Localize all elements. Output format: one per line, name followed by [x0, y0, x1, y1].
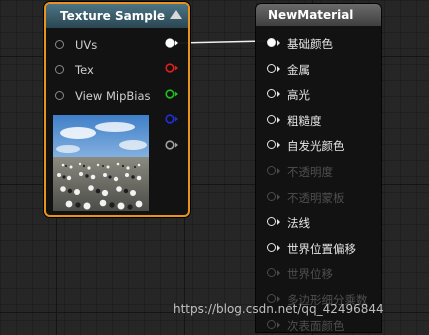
material-input-pin[interactable]: [267, 217, 276, 227]
texture-sample-header[interactable]: Texture Sample: [46, 4, 188, 28]
material-pin-label: 高光: [287, 88, 310, 103]
material-input-pin[interactable]: [267, 242, 276, 252]
material-pin-row: 不透明度: [256, 161, 381, 181]
material-pin-label: 粗糙度: [287, 113, 322, 128]
material-pin-label: 不透明蒙板: [287, 190, 345, 205]
material-pin-row: 金属: [256, 59, 381, 79]
watermark-text: https://blog.csdn.net/qq_42496844: [173, 302, 384, 316]
pin-arrow-icon: [277, 116, 280, 123]
material-pin-row: 高光: [256, 84, 381, 104]
output-pin-a[interactable]: [164, 138, 178, 152]
pin-arrow-icon: [277, 142, 280, 149]
output-pin-rgb[interactable]: [164, 36, 178, 50]
output-pin-g[interactable]: [164, 87, 178, 101]
material-input-pin[interactable]: [267, 140, 276, 150]
pin-arrow-icon: [277, 40, 280, 46]
material-pin-row: 基础颜色: [256, 33, 381, 53]
material-pin-row: 世界位置偏移: [256, 238, 381, 258]
material-pin-label: 自发光颜色: [287, 139, 345, 154]
new-material-node[interactable]: NewMaterial 基础颜色金属高光粗糙度自发光颜色不透明度不透明蒙板法线世…: [255, 3, 382, 333]
material-pin-label: 世界位置偏移: [287, 241, 356, 256]
pin-arrow-icon: [277, 168, 280, 174]
new-material-header[interactable]: NewMaterial: [256, 4, 381, 26]
material-input-pin[interactable]: [267, 63, 276, 73]
view-mipbias-input-pin[interactable]: [55, 91, 64, 100]
material-pin-row: 自发光颜色: [256, 135, 381, 155]
texture-sample-title: Texture Sample: [60, 9, 166, 23]
output-pin-r[interactable]: [164, 61, 178, 75]
material-input-pin[interactable]: [267, 268, 276, 278]
tex-input-pin[interactable]: [55, 65, 64, 74]
texture-thumbnail: [52, 114, 150, 212]
pin-arrow-icon: [277, 244, 280, 251]
pin-arrow-icon: [277, 321, 280, 328]
material-pin-label: 金属: [287, 62, 310, 77]
material-pin-label: 世界位移: [287, 267, 333, 282]
material-input-pin[interactable]: [267, 89, 276, 99]
material-pin-row: 世界位移: [256, 263, 381, 283]
material-pin-label: 不透明度: [287, 165, 333, 179]
material-pin-row: 不透明蒙板: [256, 187, 381, 207]
pin-arrow-icon: [277, 219, 280, 226]
tex-label: Tex: [75, 63, 94, 77]
material-pin-row: 次表面颜色: [256, 315, 381, 335]
uvs-input-pin[interactable]: [55, 40, 64, 49]
pin-arrow-icon: [277, 193, 280, 200]
uvs-label: UVs: [75, 38, 98, 52]
pin-arrow-icon: [277, 270, 280, 277]
output-pin-b[interactable]: [164, 112, 178, 126]
material-input-pin[interactable]: [267, 38, 276, 47]
material-input-pin[interactable]: [267, 166, 276, 175]
material-pin-label: 基础颜色: [287, 37, 333, 51]
material-pin-label: 法线: [287, 216, 310, 231]
material-pin-label: 次表面颜色: [287, 318, 345, 333]
material-input-pin[interactable]: [267, 114, 276, 124]
material-pin-row: 法线: [256, 212, 381, 232]
view-mipbias-label: View MipBias: [75, 89, 151, 103]
texture-sample-node[interactable]: Texture Sample UVs Tex View MipBias: [44, 2, 190, 217]
pin-arrow-icon: [277, 91, 280, 98]
material-input-pin[interactable]: [267, 319, 276, 329]
collapse-arrow-icon[interactable]: [170, 10, 182, 19]
material-input-pin[interactable]: [267, 191, 276, 201]
pin-arrow-icon: [277, 65, 280, 72]
new-material-title: NewMaterial: [268, 8, 354, 22]
material-pin-row: 粗糙度: [256, 110, 381, 130]
